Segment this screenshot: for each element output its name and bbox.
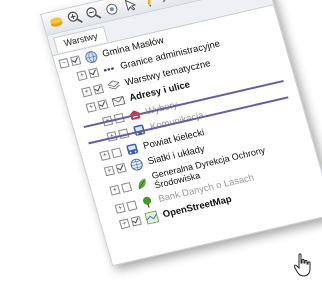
expand-toggle[interactable]: +: [114, 202, 126, 214]
globe-grid-icon: [128, 157, 146, 174]
layer-checkbox[interactable]: [70, 55, 82, 66]
tree-icon: [138, 194, 156, 211]
expand-toggle[interactable]: +: [85, 102, 97, 113]
expand-toggle[interactable]: +: [76, 70, 88, 82]
bus-icon: [123, 141, 141, 158]
layer-checkbox[interactable]: [126, 200, 138, 211]
layer-checkbox[interactable]: [120, 181, 133, 193]
zoom-out-icon[interactable]: [83, 3, 104, 23]
border-line-icon: [100, 61, 118, 78]
screenshot-stage: Warstwy − Gmina Masłów + Granice adminis…: [0, 0, 322, 303]
layers-stack-icon: [105, 77, 123, 94]
osm-map-icon: [143, 210, 161, 227]
globe-icon: [82, 49, 100, 66]
expand-toggle[interactable]: +: [109, 184, 121, 196]
layers-icon[interactable]: [46, 12, 67, 32]
layers-panel: Warstwy − Gmina Masłów + Granice adminis…: [40, 0, 322, 267]
pan-icon[interactable]: [101, 0, 122, 19]
zoom-in-icon[interactable]: [64, 8, 85, 28]
hand-cursor-icon: [290, 252, 316, 278]
layer-checkbox[interactable]: [115, 163, 127, 174]
envelope-icon: [109, 93, 127, 110]
pencil-icon[interactable]: [138, 0, 159, 11]
layer-checkbox[interactable]: [88, 67, 100, 79]
expand-toggle[interactable]: +: [81, 86, 93, 98]
leaf-icon: [133, 175, 151, 192]
select-arrow-icon[interactable]: [120, 0, 141, 15]
expand-toggle[interactable]: +: [103, 165, 116, 177]
expand-toggle[interactable]: +: [119, 218, 131, 230]
layer-checkbox[interactable]: [92, 83, 105, 95]
layer-checkbox[interactable]: [110, 147, 123, 158]
layer-checkbox[interactable]: [97, 99, 109, 111]
expand-toggle[interactable]: +: [99, 149, 111, 161]
layer-checkbox[interactable]: [130, 216, 142, 227]
collapse-toggle[interactable]: −: [58, 57, 70, 69]
